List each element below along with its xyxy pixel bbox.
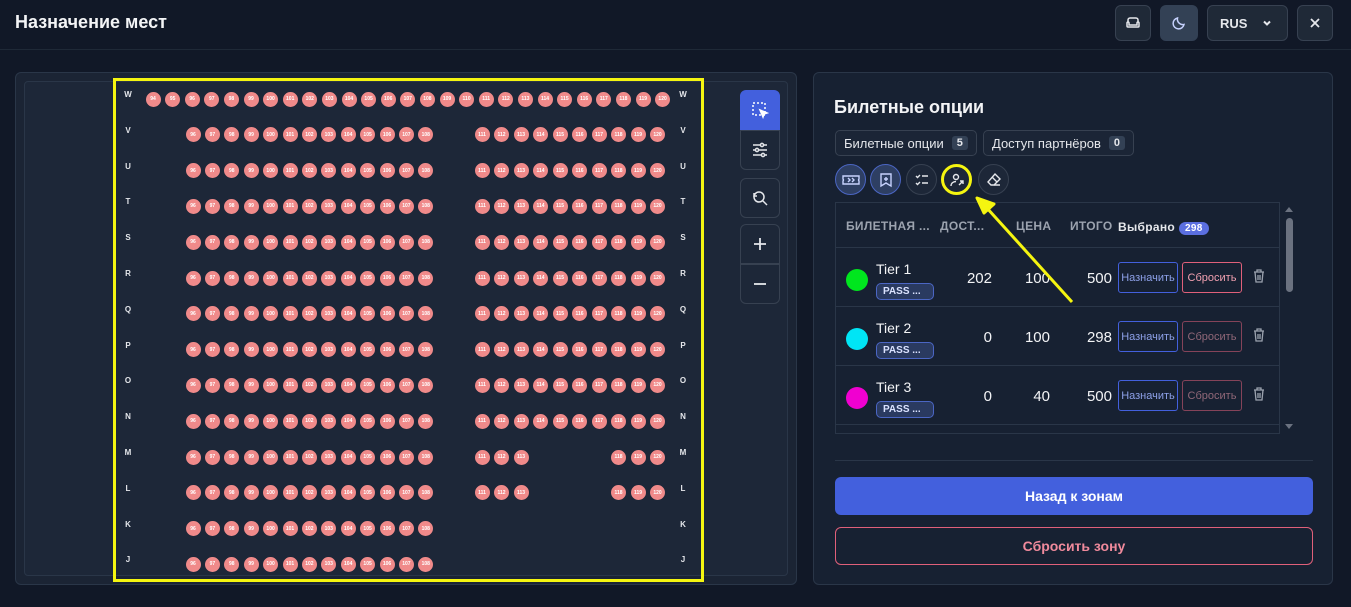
chip-label: Доступ партнёров: [992, 135, 1101, 151]
sofa-icon: [1126, 17, 1140, 28]
highlight-frame: [113, 78, 704, 582]
top-bar: Назначение мест RUS: [0, 0, 1351, 50]
checklist-icon: [915, 174, 928, 185]
eraser-icon: [986, 172, 1001, 186]
assign-button[interactable]: Назначить: [1118, 321, 1178, 352]
table-row: Tier 1 PASS ... 202 100 500 Назначить Сб…: [836, 247, 1279, 306]
moon-icon: [1172, 17, 1185, 30]
table-row: [836, 424, 1279, 433]
sofa-button[interactable]: [1115, 5, 1151, 41]
tier-price: 100: [1024, 270, 1050, 287]
trash-icon[interactable]: [1252, 268, 1266, 284]
filter-tool-button[interactable]: [740, 130, 780, 170]
minus-icon: [754, 283, 766, 285]
sliders-icon: [753, 142, 767, 158]
tier-name: Tier 2: [876, 320, 912, 336]
reset-button[interactable]: Сбросить: [1182, 262, 1242, 293]
tier-color-dot: [846, 328, 868, 350]
select-area-icon: [752, 102, 769, 119]
zoom-reset-icon: [753, 191, 768, 206]
chip-count: 5: [951, 136, 968, 150]
ticket-options-panel: Билетные опции Билетные опции 5 Доступ п…: [813, 72, 1333, 585]
col-header-selected: Выбрано 298: [1118, 220, 1209, 235]
selected-count-badge: 298: [1179, 222, 1209, 235]
plus-icon: [754, 238, 766, 250]
tab-ticket-options[interactable]: Билетные опции 5: [835, 130, 977, 156]
back-to-zones-button[interactable]: Назад к зонам: [835, 477, 1313, 515]
tier-total: 500: [1086, 270, 1112, 287]
table-scrollbar[interactable]: [1285, 204, 1293, 432]
table-row: Tier 2 PASS ... 0 100 298 Назначить Сбро…: [836, 306, 1279, 365]
col-header-name: БИЛЕТНАЯ ...: [846, 219, 930, 233]
panel-title: Билетные опции: [834, 97, 985, 117]
tier-available: 0: [983, 329, 992, 346]
tier-color-dot: [846, 269, 868, 291]
close-icon: [1310, 18, 1320, 28]
reset-view-button[interactable]: [740, 178, 780, 218]
tier-tag: PASS ...: [876, 283, 934, 300]
checklist-button[interactable]: [906, 164, 937, 195]
col-header-total: ИТОГО: [1070, 219, 1113, 233]
tier-available: 0: [983, 388, 992, 405]
assign-button[interactable]: Назначить: [1118, 380, 1178, 411]
eraser-button[interactable]: [978, 164, 1009, 195]
reset-zone-button[interactable]: Сбросить зону: [835, 527, 1313, 565]
scroll-up-icon[interactable]: [1285, 206, 1293, 212]
select-tool-button[interactable]: [740, 90, 780, 130]
tier-tag: PASS ...: [876, 342, 934, 359]
tier-color-dot: [846, 387, 868, 409]
chip-label: Билетные опции: [844, 135, 944, 151]
chevron-down-icon: [1263, 20, 1272, 26]
bookmark-plus-icon: [879, 172, 892, 187]
ticket-mode-button[interactable]: [835, 164, 866, 195]
selected-label: Выбрано: [1118, 220, 1176, 234]
tab-partner-access[interactable]: Доступ партнёров 0: [983, 130, 1134, 156]
tier-tag: PASS ...: [876, 401, 934, 418]
tier-name: Tier 1: [876, 261, 912, 277]
language-select[interactable]: RUS: [1207, 5, 1288, 41]
bookmark-add-button[interactable]: [870, 164, 901, 195]
divider: [835, 460, 1313, 461]
col-header-available: ДОСТ...: [940, 219, 985, 233]
tier-name: Tier 3: [876, 379, 912, 395]
reset-button[interactable]: Сбросить: [1182, 380, 1242, 411]
assign-button[interactable]: Назначить: [1118, 262, 1178, 293]
table-row: Tier 3 PASS ... 0 40 500 Назначить Сброс…: [836, 365, 1279, 424]
theme-toggle-button[interactable]: [1160, 5, 1198, 41]
chip-count: 0: [1108, 136, 1125, 150]
user-assign-button[interactable]: [941, 164, 972, 195]
tier-total: 500: [1086, 388, 1112, 405]
tier-total: 298: [1086, 329, 1112, 346]
ticket-icon: [841, 174, 860, 185]
tier-price: 100: [1024, 329, 1050, 346]
zoom-in-button[interactable]: [740, 224, 780, 264]
scroll-down-icon[interactable]: [1285, 424, 1293, 430]
tier-available: 202: [966, 270, 992, 287]
page-title: Назначение мест: [15, 12, 167, 32]
trash-icon[interactable]: [1252, 386, 1266, 402]
trash-icon[interactable]: [1252, 327, 1266, 343]
ticket-options-table: БИЛЕТНАЯ ... ДОСТ... ЦЕНА ИТОГО Выбрано 2…: [835, 202, 1280, 434]
close-button[interactable]: [1297, 5, 1333, 41]
tier-price: 40: [1033, 388, 1050, 405]
user-share-icon: [949, 173, 964, 186]
scrollbar-thumb[interactable]: [1286, 218, 1293, 292]
zoom-out-button[interactable]: [740, 264, 780, 304]
reset-button[interactable]: Сбросить: [1182, 321, 1242, 352]
language-value: RUS: [1220, 15, 1248, 31]
col-header-price: ЦЕНА: [1016, 219, 1052, 233]
